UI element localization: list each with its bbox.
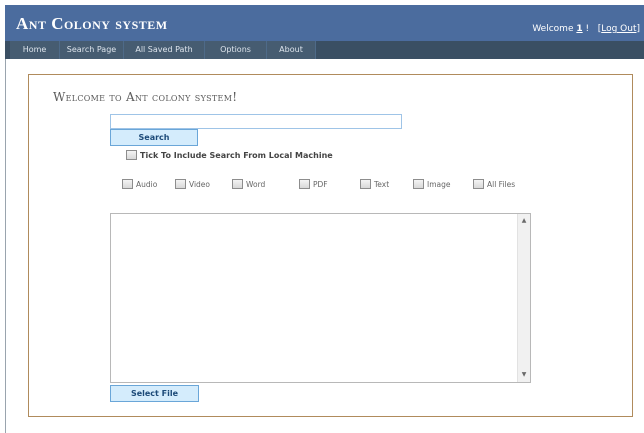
text-label: Text [374,179,390,189]
results-textarea[interactable]: ▲ ▼ [110,213,531,383]
app-title: Ant Colony system [16,14,168,33]
search-input[interactable] [110,114,402,129]
username: 1 [576,24,583,34]
filter-image[interactable]: Image [413,179,451,189]
local-search-option[interactable]: Tick To Include Search From Local Machin… [126,150,333,160]
menu-item-home[interactable]: Home [10,41,60,59]
word-checkbox[interactable] [232,179,243,189]
local-search-checkbox[interactable] [126,150,137,160]
image-checkbox[interactable] [413,179,424,189]
filter-video[interactable]: Video [175,179,210,189]
select-file-button[interactable]: Select File [110,385,199,402]
results-scrollbar[interactable]: ▲ ▼ [517,214,530,382]
site-header: Ant Colony system Welcome 1 ! [Log Out] [5,5,644,41]
pdf-label: PDF [313,179,328,189]
filter-word[interactable]: Word [232,179,265,189]
menu-item-search-page[interactable]: Search Page [60,41,124,59]
logout-bracket-close: ] [636,24,640,34]
all-files-checkbox[interactable] [473,179,484,189]
search-button[interactable]: Search [110,129,198,146]
audio-checkbox[interactable] [122,179,133,189]
scroll-up-icon[interactable]: ▲ [518,215,530,227]
word-label: Word [246,179,266,189]
local-search-label: Tick To Include Search From Local Machin… [140,150,333,160]
filter-pdf[interactable]: PDF [299,179,328,189]
scroll-down-icon[interactable]: ▼ [518,369,530,381]
welcome-text: Welcome [532,24,574,34]
menu-item-about[interactable]: About [267,41,316,59]
login-status: Welcome 1 ! [Log Out] [532,24,640,34]
menu-item-all-saved-path[interactable]: All Saved Path [124,41,205,59]
filter-all-files[interactable]: All Files [473,179,515,189]
page-title: Welcome to Ant colony system! [53,90,238,104]
text-checkbox[interactable] [360,179,371,189]
video-label: Video [189,179,211,189]
pdf-checkbox[interactable] [299,179,310,189]
welcome-exclaim: ! [585,24,590,34]
all-files-label: All Files [487,179,516,189]
nav-menu: Home Search Page All Saved Path Options … [10,41,644,59]
filter-audio[interactable]: Audio [122,179,157,189]
page-left-border [5,59,6,433]
audio-label: Audio [136,179,158,189]
filter-text[interactable]: Text [360,179,389,189]
nav-menubar: Home Search Page All Saved Path Options … [5,41,644,59]
logout-link[interactable]: Log Out [601,24,636,34]
menu-item-options[interactable]: Options [205,41,267,59]
video-checkbox[interactable] [175,179,186,189]
image-label: Image [427,179,451,189]
